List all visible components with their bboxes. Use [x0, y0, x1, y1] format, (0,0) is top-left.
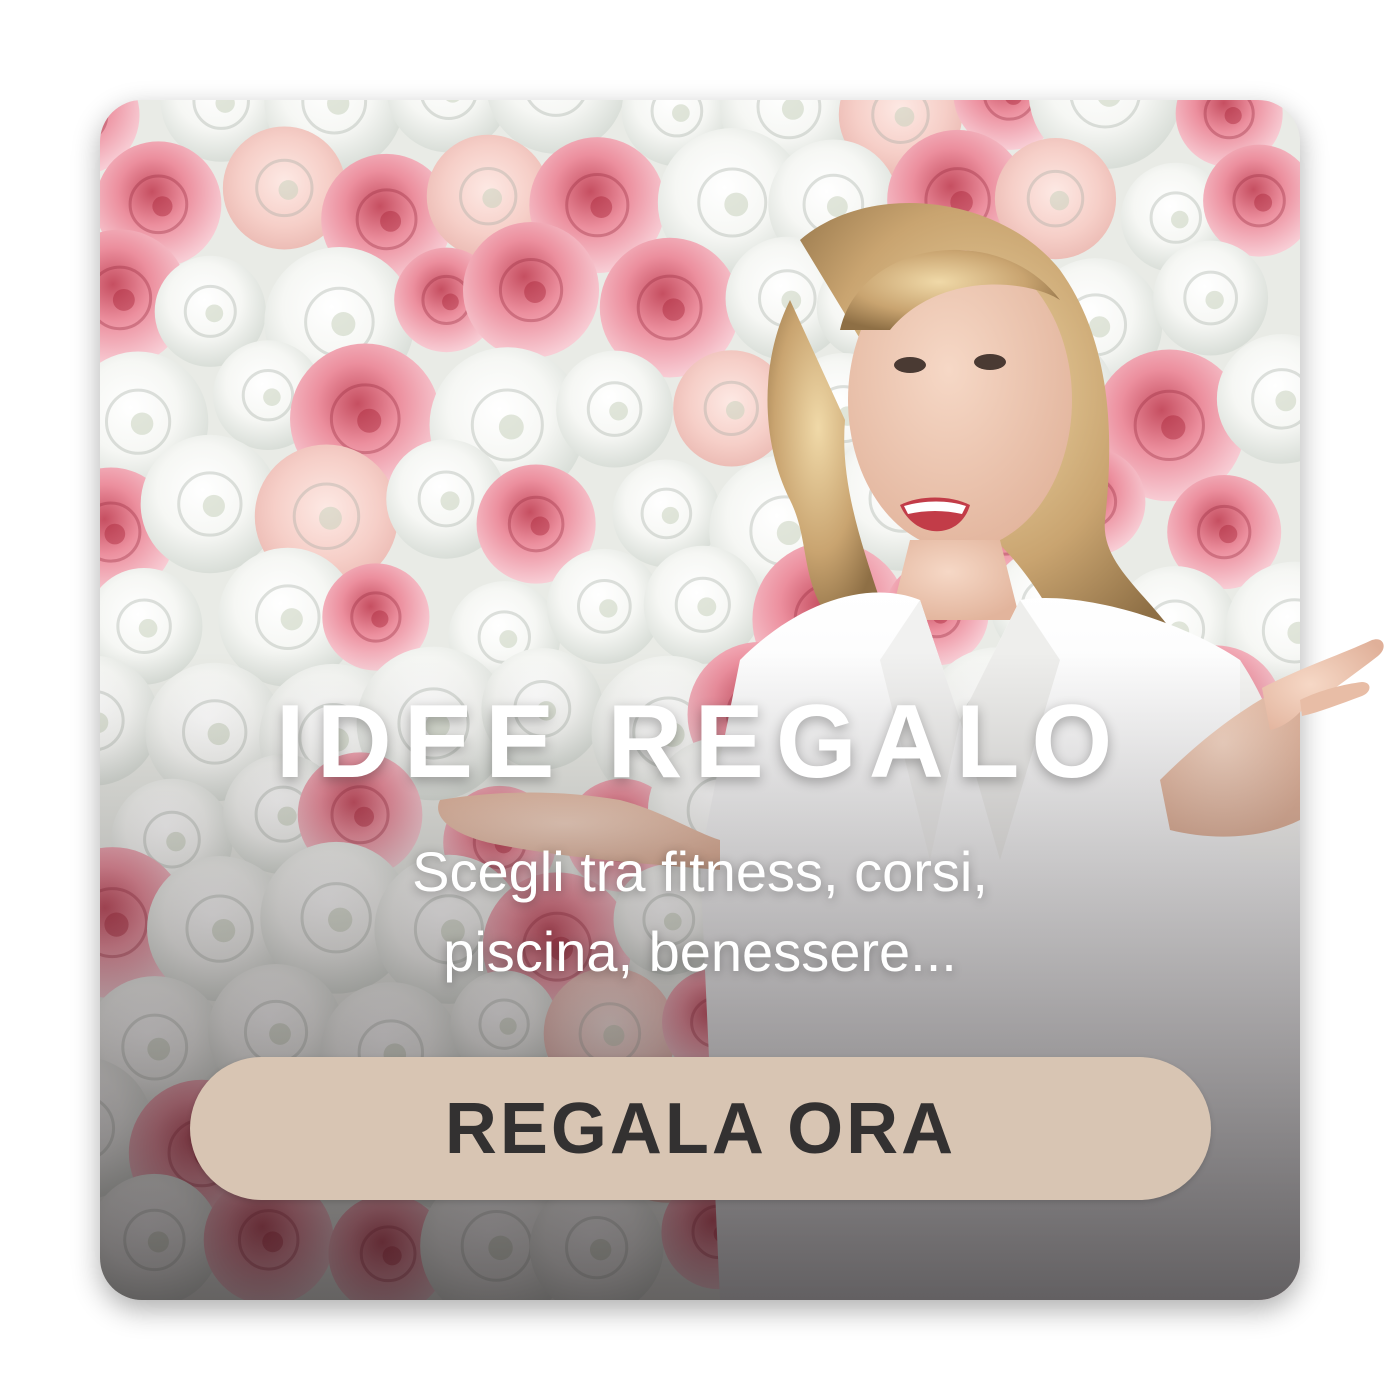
subtitle: Scegli tra fitness, corsi, piscina, bene… — [0, 832, 1400, 992]
subtitle-line: piscina, benessere... — [443, 920, 957, 983]
regala-ora-button[interactable]: REGALA ORA — [190, 1057, 1211, 1200]
headline: IDEE REGALO — [275, 684, 1125, 800]
subtitle-line: Scegli tra fitness, corsi, — [412, 840, 988, 903]
